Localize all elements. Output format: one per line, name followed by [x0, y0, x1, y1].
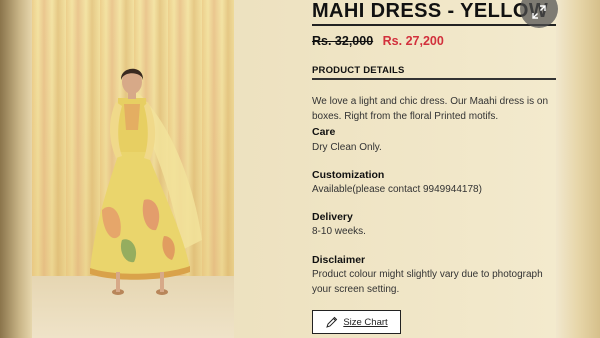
- delivery-label: Delivery: [312, 211, 353, 223]
- disclaimer-label: Disclaimer: [312, 254, 366, 266]
- disclaimer-value: Product colour might slightly vary due t…: [312, 269, 543, 295]
- backdrop-right: [556, 0, 600, 338]
- size-chart-button[interactable]: Size Chart: [312, 310, 401, 334]
- care-label: Care: [312, 126, 336, 138]
- price-row: Rs. 32,000 Rs. 27,200: [312, 34, 444, 48]
- care-value: Dry Clean Only.: [312, 142, 382, 153]
- product-image[interactable]: [32, 0, 234, 338]
- product-details-panel: MAHI DRESS - YELLOW Rs. 32,000 Rs. 27,20…: [312, 0, 556, 338]
- ruler-pencil-icon: [325, 316, 338, 329]
- sale-price: Rs. 27,200: [382, 34, 444, 48]
- product-description: We love a light and chic dress. Our Maah…: [312, 96, 549, 122]
- customization-value: Available(please contact 9949944178): [312, 184, 482, 195]
- original-price: Rs. 32,000: [312, 34, 374, 48]
- customization-label: Customization: [312, 169, 385, 181]
- expand-icon: [532, 4, 546, 24]
- product-details-heading: PRODUCT DETAILS: [312, 65, 405, 76]
- size-chart-label: Size Chart: [343, 316, 388, 328]
- model-figure: [90, 68, 202, 295]
- backdrop-left: [0, 0, 32, 338]
- details-divider: [312, 78, 556, 80]
- title-divider: [312, 24, 556, 26]
- delivery-value: 8-10 weeks.: [312, 226, 366, 237]
- product-title: MAHI DRESS - YELLOW: [312, 0, 549, 22]
